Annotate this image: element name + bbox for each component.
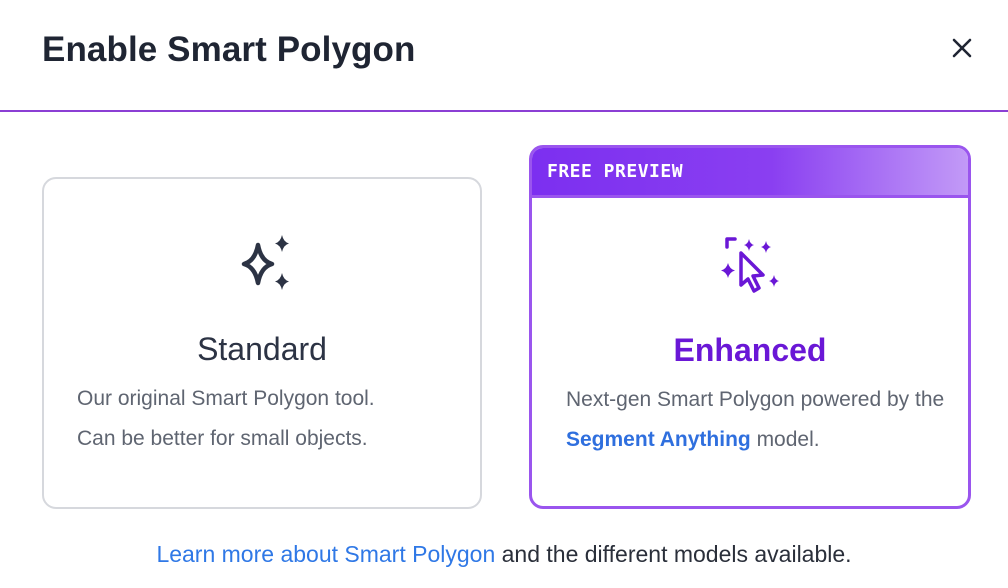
enable-smart-polygon-dialog: Enable Smart Polygon Standard Our origin…: [0, 0, 1008, 588]
sparkles-icon: [241, 235, 289, 290]
free-preview-badge: FREE PREVIEW: [532, 148, 968, 198]
standard-description-line2: Can be better for small objects.: [77, 427, 368, 450]
standard-description-line1: Our original Smart Polygon tool.: [77, 387, 375, 410]
standard-title: Standard: [197, 331, 327, 367]
enhanced-description-text: Next-gen Smart Polygon powered by the: [566, 388, 945, 411]
free-preview-label: FREE PREVIEW: [547, 161, 684, 182]
footer-rest-text: and the different models available.: [495, 541, 852, 567]
footer-text: Learn more about Smart Polygon and the d…: [0, 534, 1008, 574]
magic-cursor-icon: [721, 237, 779, 293]
dialog-header: Enable Smart Polygon: [0, 0, 1008, 112]
close-icon: [952, 38, 972, 58]
close-button[interactable]: [944, 30, 980, 66]
learn-more-link[interactable]: Learn more about Smart Polygon: [156, 541, 495, 567]
standard-option-card[interactable]: Standard Our original Smart Polygon tool…: [42, 177, 482, 509]
standard-description: Our original Smart Polygon tool. Can be …: [77, 379, 457, 459]
enhanced-description-suffix: model.: [750, 428, 820, 451]
enhanced-title: Enhanced: [673, 332, 827, 368]
dialog-title: Enable Smart Polygon: [42, 30, 416, 69]
segment-anything-link[interactable]: Segment Anything: [566, 428, 751, 451]
enhanced-description: Next-gen Smart Polygon powered by the Se…: [566, 380, 956, 460]
enhanced-option-card[interactable]: FREE PREVIEW Enhanced Next-gen Smart Pol…: [529, 145, 971, 509]
